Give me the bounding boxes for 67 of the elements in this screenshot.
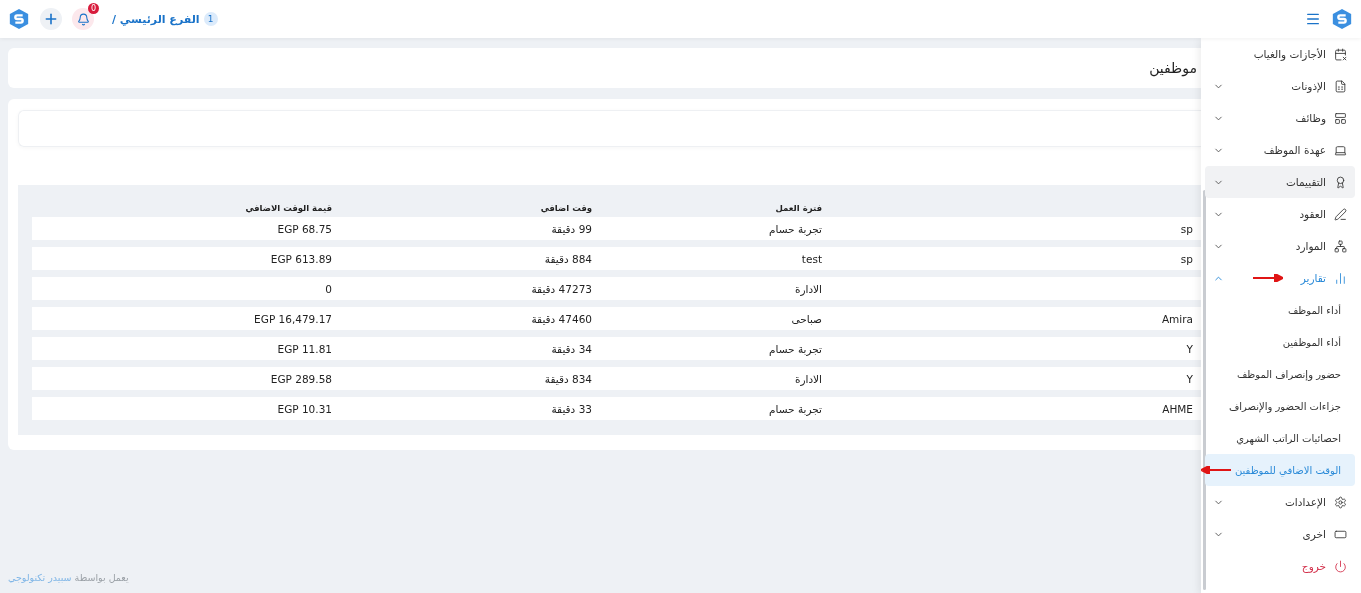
- table-cell-text: EGP 10.31: [276, 402, 333, 415]
- calendar-icon: [1334, 47, 1347, 61]
- table-cell-text: تجربة حسام: [768, 402, 823, 415]
- breadcrumb-text[interactable]: الفرع الرئيسي /: [112, 12, 200, 26]
- table-cell-text: تجربة حسام: [768, 342, 823, 355]
- sidebar-item[interactable]: خروج: [1205, 550, 1355, 582]
- grid-icon: [1334, 111, 1347, 125]
- table-cell-text: صباحى: [790, 312, 823, 325]
- submenu-item[interactable]: جزاءات الحضور والإنصراف: [1205, 390, 1355, 422]
- add-button[interactable]: [40, 8, 62, 30]
- laptop-icon: [1334, 143, 1347, 157]
- table-cell-text: EGP 11.81: [276, 342, 333, 355]
- page-title: موظفين: [1149, 60, 1197, 76]
- submenu-item[interactable]: أداء الموظف: [1205, 294, 1355, 326]
- power-icon: [1334, 559, 1347, 573]
- table-cell: sp: [1180, 222, 1193, 235]
- table-cell-text: الادارة: [793, 372, 823, 385]
- document-icon: [1334, 79, 1347, 93]
- submenu-item[interactable]: حضور وإنصراف الموظف: [1205, 358, 1355, 390]
- sidebar-item[interactable]: التقييمات: [1205, 166, 1355, 198]
- pen-icon: [1334, 207, 1347, 221]
- table-cell-text: 47273 دقيقة: [530, 282, 593, 295]
- logo-icon: [8, 8, 30, 30]
- sidebar-item[interactable]: اخرى: [1205, 518, 1355, 550]
- notification-badge: 0: [88, 3, 99, 14]
- count-badge: 1: [203, 12, 218, 26]
- table-cell-text: تجربة حسام: [768, 222, 823, 235]
- table-cell-text: EGP 68.75: [276, 222, 333, 235]
- table-cell-text: 884 دقيقة: [543, 252, 593, 265]
- bell-icon: [76, 12, 90, 26]
- sidebar-item[interactable]: الإذونات: [1205, 70, 1355, 102]
- column-header: فترة العمل: [774, 203, 823, 213]
- table-cell-text: EGP 16,479.17: [253, 312, 333, 325]
- table-cell: sp: [1180, 252, 1193, 265]
- table-cell: AHME: [1162, 402, 1193, 415]
- submenu-item[interactable]: أداء الموظفين: [1205, 326, 1355, 358]
- table-cell-text: EGP 613.89: [269, 252, 333, 265]
- sidebar-item[interactable]: الإعدادات: [1205, 486, 1355, 518]
- table-cell-text: 0: [324, 282, 333, 295]
- settings-icon: [1334, 495, 1347, 509]
- column-header: وقت اضافي: [539, 203, 593, 213]
- sidebar-item[interactable]: الأجازات والغياب: [1205, 38, 1355, 70]
- table-cell-text: 34 دقيقة: [550, 342, 593, 355]
- table-cell-text: EGP 289.58: [269, 372, 333, 385]
- sidebar-item[interactable]: عهدة الموظف: [1205, 134, 1355, 166]
- column-header: قيمة الوقت الاضافي: [244, 203, 333, 213]
- submenu-item[interactable]: احصائيات الراتب الشهري: [1205, 422, 1355, 454]
- plus-icon: [43, 11, 59, 27]
- table-cell: Y: [1186, 372, 1193, 385]
- table-cell-text: 33 دقيقة: [550, 402, 593, 415]
- table-cell-text: test: [800, 252, 823, 265]
- table-cell-text: 47460 دقيقة: [530, 312, 593, 325]
- table-cell-text: الادارة: [793, 282, 823, 295]
- menu-icon[interactable]: [1305, 11, 1321, 27]
- bar-chart-icon: [1334, 271, 1347, 285]
- sidebar-item[interactable]: تقارير: [1205, 262, 1355, 294]
- network-icon: [1334, 239, 1347, 253]
- sidebar-item[interactable]: الموارد: [1205, 230, 1355, 262]
- logo-icon: [1331, 8, 1353, 30]
- sidebar-item[interactable]: العقود: [1205, 198, 1355, 230]
- award-icon: [1334, 175, 1347, 189]
- table-cell: Amira: [1161, 312, 1193, 325]
- table-cell-text: 99 دقيقة: [550, 222, 593, 235]
- table-cell-text: 834 دقيقة: [543, 372, 593, 385]
- sidebar-item[interactable]: وظائف: [1205, 102, 1355, 134]
- footer-text: يعمل بواسطة سبيدر تكنولوجي: [8, 572, 130, 585]
- table-cell: Y: [1186, 342, 1193, 355]
